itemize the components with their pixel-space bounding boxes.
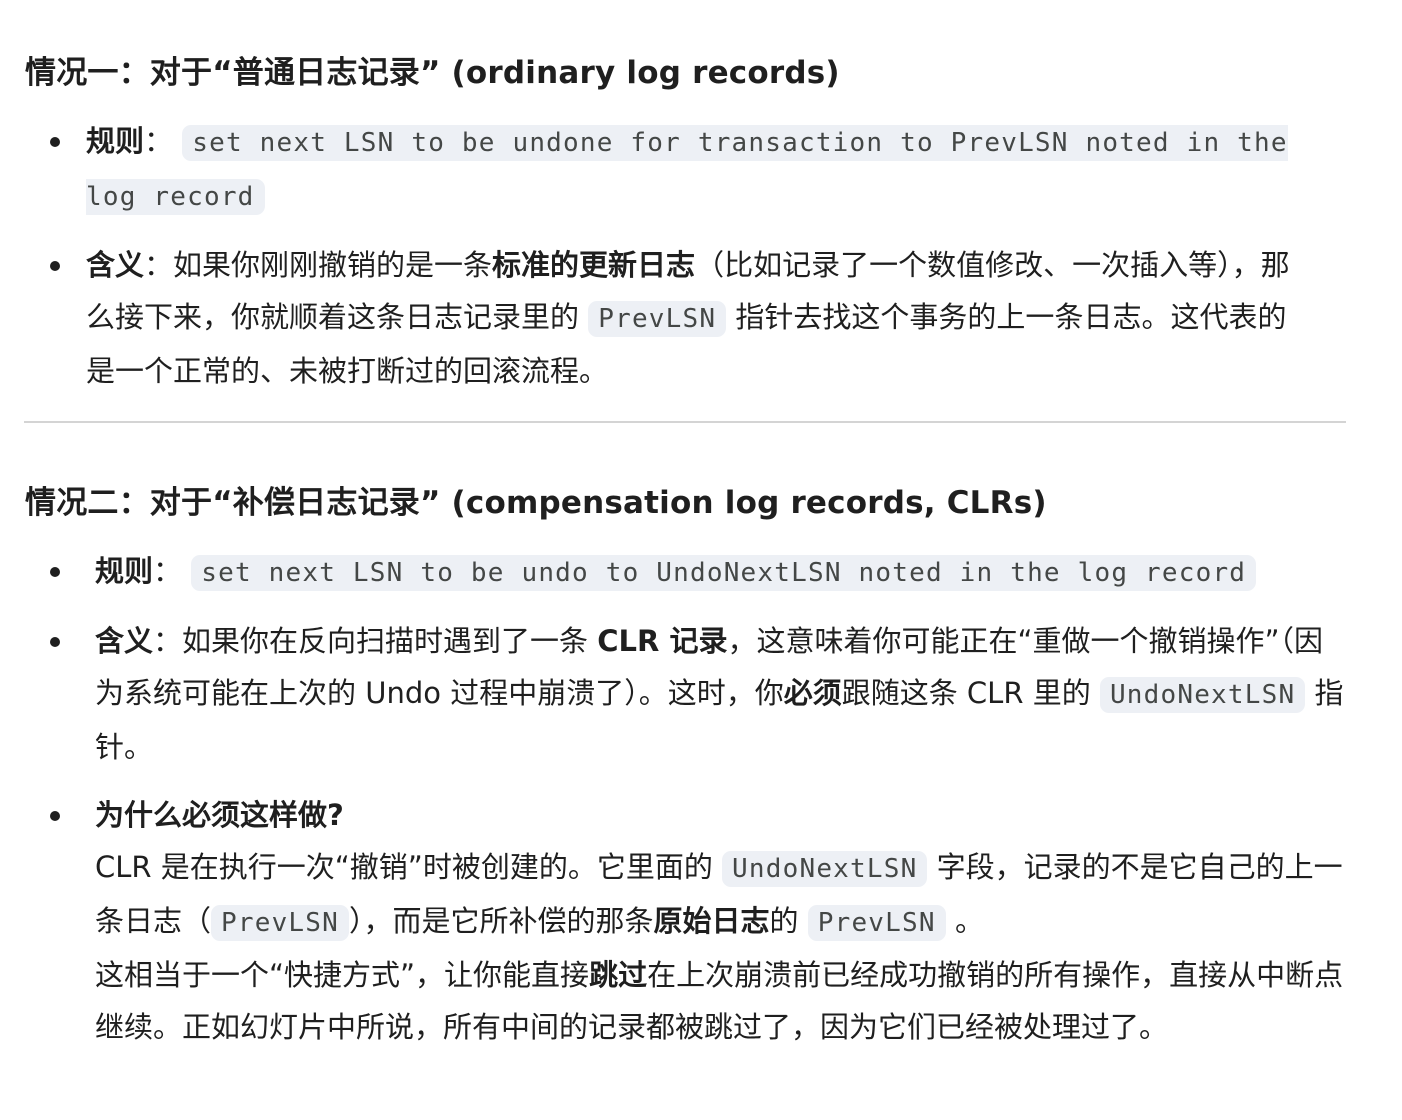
why-text: ），而是它所补偿的那条 [349, 904, 654, 938]
rule-separator: ： [153, 554, 183, 588]
document-page: 情况一：对于“普通日志记录” (ordinary log records) 规则… [0, 0, 1402, 1120]
prevlsn-code: PrevLSN [588, 301, 727, 337]
section2-meaning-item: 含义：如果你在反向扫描时遇到了一条 CLR 记录，这意味着你可能正在“重做一个撤… [0, 615, 1380, 773]
why-heading: 为什么必须这样做? [95, 798, 344, 832]
meaning-emphasis: 必须 [783, 676, 842, 710]
why-emphasis: 跳过 [589, 958, 648, 992]
meaning-text: 如果你刚刚撤销的是一条 [173, 248, 493, 282]
rule-label: 规则 [86, 124, 145, 158]
undonextlsn-code: UndoNextLSN [722, 851, 928, 887]
rule-separator: ： [144, 124, 174, 158]
section1-list: 规则： set next LSN to be undone for transa… [0, 115, 1346, 413]
section1-heading: 情况一：对于“普通日志记录” (ordinary log records) [25, 55, 840, 91]
section-divider [24, 421, 1346, 423]
section2-why-item: 为什么必须这样做? CLR 是在执行一次“撤销”时被创建的。它里面的 UndoN… [0, 789, 1380, 1053]
section1-rule-item: 规则： set next LSN to be undone for transa… [0, 115, 1346, 223]
bullet-icon [50, 545, 64, 597]
meaning-emphasis: CLR 记录 [597, 624, 728, 658]
prevlsn-code: PrevLSN [807, 905, 946, 941]
rule-code: set next LSN to be undone for transactio… [86, 125, 1288, 215]
why-text: 这相当于一个“快捷方式”，让你能直接 [95, 958, 590, 992]
meaning-text: 跟随这条 CLR 里的 [841, 676, 1100, 710]
bullet-icon [50, 239, 64, 291]
section2-heading: 情况二：对于“补偿日志记录” (compensation log records… [25, 485, 1047, 521]
meaning-label: 含义 [86, 248, 145, 282]
undonextlsn-code: UndoNextLSN [1099, 677, 1306, 713]
meaning-separator: ： [153, 624, 183, 658]
meaning-text: 如果你在反向扫描时遇到了一条 [182, 624, 598, 658]
bullet-icon [50, 115, 64, 167]
meaning-label: 含义 [95, 624, 154, 658]
why-text: 。 [945, 904, 984, 938]
why-text: 的 [769, 904, 808, 938]
bullet-icon [50, 789, 64, 841]
rule-label: 规则 [95, 554, 154, 588]
why-text: CLR 是在执行一次“撤销”时被创建的。它里面的 [95, 850, 723, 884]
rule-code: set next LSN to be undo to UndoNextLSN n… [191, 555, 1257, 591]
meaning-separator: ： [144, 248, 174, 282]
prevlsn-code: PrevLSN [211, 905, 349, 941]
section2-list: 规则： set next LSN to be undo to UndoNextL… [0, 545, 1380, 1069]
section2-rule-item: 规则： set next LSN to be undo to UndoNextL… [0, 545, 1380, 599]
meaning-emphasis: 标准的更新日志 [492, 248, 696, 282]
why-emphasis: 原始日志 [653, 904, 770, 938]
section1-meaning-item: 含义：如果你刚刚撤销的是一条标准的更新日志（比如记录了一个数值修改、一次插入等）… [0, 239, 1346, 397]
bullet-icon [50, 615, 64, 667]
